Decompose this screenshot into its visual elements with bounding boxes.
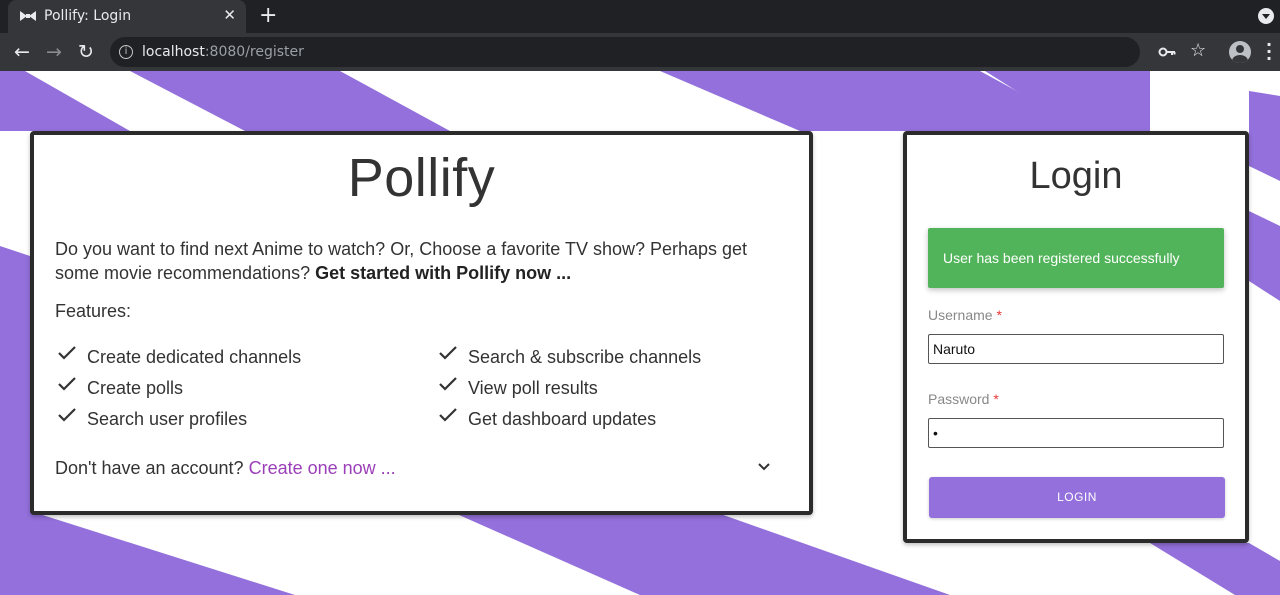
back-icon[interactable]: ← (9, 39, 35, 65)
stripe (1249, 543, 1280, 595)
signup-prompt: Don't have an account? Create one now ..… (55, 458, 396, 478)
features-heading: Features: (55, 301, 132, 321)
key-icon[interactable] (1158, 43, 1176, 61)
browser-tab-bar: Pollify: Login ✕ + (0, 0, 1280, 33)
password-input[interactable]: • (928, 418, 1224, 448)
required-marker: * (996, 307, 1002, 323)
stripe (1249, 91, 1280, 181)
chevron-down-icon[interactable] (756, 459, 772, 475)
password-label: Password * (928, 391, 999, 407)
username-input[interactable]: Naruto (928, 334, 1224, 364)
tab-title: Pollify: Login (44, 8, 132, 24)
tab-close-icon[interactable]: ✕ (223, 8, 236, 24)
page-content: Pollify Do you want to find next Anime t… (0, 71, 1280, 595)
profile-avatar-icon[interactable] (1229, 41, 1251, 63)
create-account-link[interactable]: Create one now ... (249, 458, 396, 478)
check-icon (58, 346, 76, 360)
browser-tab[interactable]: Pollify: Login ✕ (8, 0, 246, 33)
site-info-icon[interactable]: i (119, 45, 133, 59)
forward-icon[interactable]: → (41, 39, 67, 65)
bookmark-star-icon[interactable]: ☆ (1190, 40, 1206, 61)
stripe (0, 71, 130, 131)
browser-toolbar: ← → ↻ i localhost:8080/register ☆ · · · (0, 33, 1280, 71)
stripe (1150, 543, 1249, 595)
app-title: Pollify (347, 148, 496, 208)
required-marker: * (993, 391, 999, 407)
check-icon (439, 377, 457, 391)
check-icon (58, 377, 76, 391)
stripe (130, 71, 450, 131)
intro-card: Pollify Do you want to find next Anime t… (30, 131, 813, 515)
check-icon (439, 408, 457, 422)
description-cta: Get started with Pollify now ... (315, 263, 572, 283)
stripe (1249, 211, 1280, 301)
check-icon (439, 346, 457, 360)
success-alert: User has been registered successfully (928, 228, 1224, 288)
login-button[interactable]: LOGIN (929, 477, 1225, 518)
check-icon (58, 408, 76, 422)
new-tab-button[interactable]: + (259, 4, 277, 28)
address-bar[interactable]: i localhost:8080/register (110, 37, 1140, 67)
app-description: Do you want to find next Anime to watch?… (55, 239, 748, 283)
reload-icon[interactable]: ↻ (73, 39, 99, 65)
menu-icon[interactable]: · · · (1266, 37, 1272, 67)
tab-search-icon[interactable] (1258, 8, 1274, 24)
url-text[interactable]: localhost:8080/register (142, 44, 304, 60)
login-title: Login (1029, 155, 1123, 197)
login-card: Login User has been registered successfu… (903, 131, 1249, 543)
pollify-favicon-icon (20, 11, 36, 21)
username-label: Username * (928, 307, 1002, 323)
